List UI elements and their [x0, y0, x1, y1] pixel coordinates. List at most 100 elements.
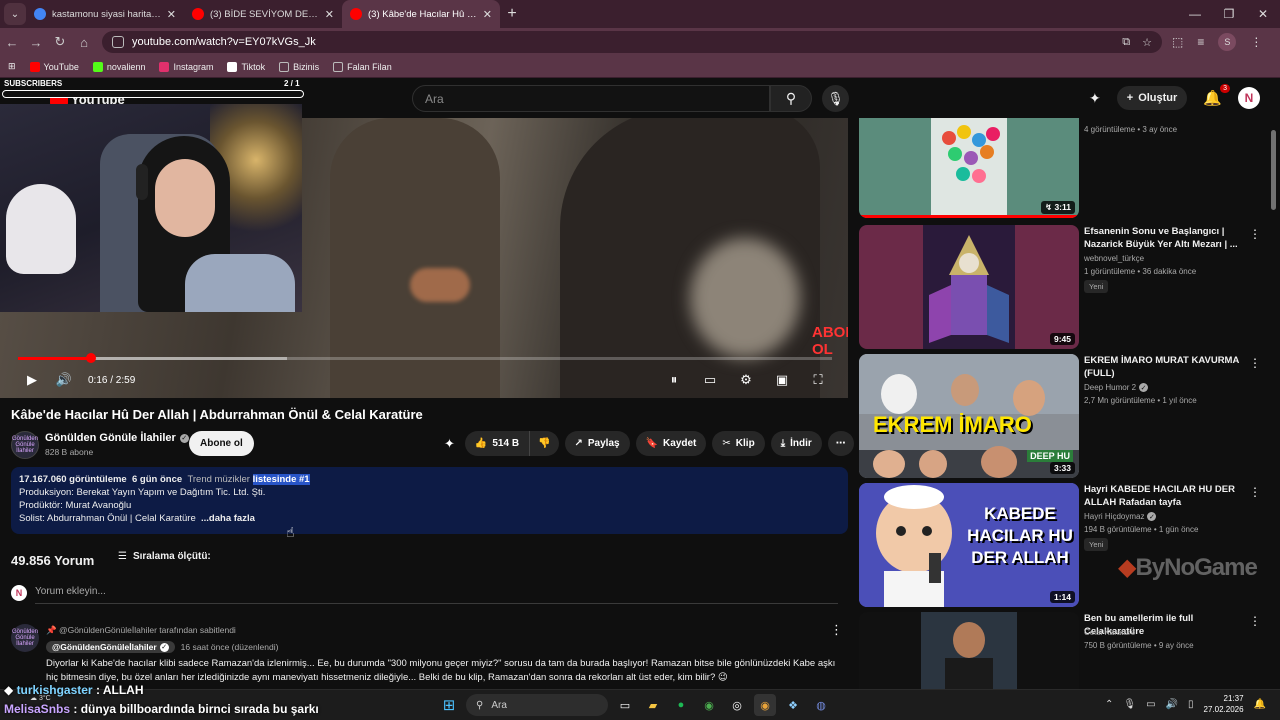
subtitles-icon[interactable]: ▭ [694, 372, 726, 388]
sort-comments-button[interactable]: ☰ Sıralama ölçütü: [118, 551, 211, 562]
volume-icon[interactable]: 🔊 [48, 372, 80, 388]
network-icon[interactable]: ▭ [1146, 699, 1155, 710]
profile-avatar[interactable]: S [1218, 33, 1237, 51]
share-button[interactable]: ↗ Paylaş [564, 431, 630, 456]
battery-icon[interactable]: ▯ [1188, 699, 1194, 710]
bookmark-youtube[interactable]: YouTube [29, 61, 79, 72]
extensions-icon[interactable]: ⬚ [1172, 35, 1183, 49]
minimize-button[interactable]: — [1178, 7, 1212, 21]
commenter-avatar[interactable]: Gönülden Gönüle İlahiler [11, 624, 39, 652]
video-channel[interactable]: webnovel_türkçe [1084, 254, 1144, 263]
download-button[interactable]: ⤓ İndir [770, 431, 822, 456]
close-icon[interactable]: ✕ [483, 8, 492, 21]
more-icon[interactable]: ⋮ [1249, 227, 1261, 241]
settings-icon[interactable]: ⚙ [730, 372, 762, 388]
more-icon[interactable]: ⋮ [1249, 485, 1261, 499]
tab-1[interactable]: (3) BİDE SEVİYOM DEDİ [CS] - Y ✕ [184, 0, 342, 28]
fullscreen-icon[interactable]: ⛶ [802, 372, 834, 388]
chrome-active-icon[interactable]: ◉ [754, 694, 776, 716]
bookmark-folder-falan-filan[interactable]: Falan Filan [333, 61, 392, 72]
site-info-icon[interactable] [112, 36, 124, 48]
menu-icon[interactable]: ⋮ [1250, 35, 1262, 49]
url-field[interactable]: youtube.com/watch?v=EY07kVGs_Jk ⧉ ☆ [102, 31, 1162, 53]
comment-author[interactable]: @GönüldenGönüleİlahiler ✓ [46, 641, 175, 653]
home-button[interactable]: ⌂ [72, 35, 96, 50]
video-channel[interactable]: Deep Humor 2 ✓ [1084, 383, 1149, 392]
discord-icon[interactable]: ◍ [810, 694, 832, 716]
trend-link[interactable]: listesinde #1 [252, 474, 310, 485]
description-box[interactable]: 17.167.060 görüntüleme 6 gün önce Trend … [11, 467, 848, 534]
microphone-icon[interactable]: 🎙 [1123, 699, 1136, 710]
autoplay-toggle[interactable]: ⏸ [658, 372, 690, 388]
channel-avatar[interactable]: Gönülden Gönüle İlahiler [11, 431, 39, 459]
new-tab-button[interactable]: + [500, 5, 524, 23]
video-thumbnail[interactable]: ↯ 3:11 [859, 118, 1079, 218]
media-icon[interactable]: ≡ [1197, 35, 1204, 49]
play-button[interactable]: ▶ [16, 372, 48, 388]
file-explorer-icon[interactable]: ▰ [642, 694, 664, 716]
miniplayer-icon[interactable]: ▣ [766, 372, 798, 388]
github-icon[interactable]: ◎ [726, 694, 748, 716]
recommended-video[interactable]: EKREM İMARO DEEP HU 3:33 EKREM İMARO MUR… [859, 354, 1269, 478]
task-view-icon[interactable]: ▭ [614, 694, 636, 716]
subscribe-button[interactable]: Abone ol [189, 431, 254, 456]
volume-icon[interactable]: 🔊 [1166, 699, 1178, 710]
recommended-video[interactable]: Ben bu amellerim ile full Celalkaratüre … [859, 612, 1269, 689]
voice-search-button[interactable]: 🎙 [822, 85, 849, 112]
close-icon[interactable]: ✕ [167, 8, 176, 21]
bookmark-star-icon[interactable]: ☆ [1142, 36, 1152, 49]
show-more-link[interactable]: ...daha fazla [201, 513, 255, 524]
create-button[interactable]: + Oluştur [1116, 86, 1188, 110]
clock[interactable]: 21:37 27.02.2026 [1204, 693, 1244, 715]
close-icon[interactable]: ✕ [325, 8, 334, 21]
maximize-button[interactable]: ❐ [1212, 7, 1246, 21]
recommended-video[interactable]: 9:45 Efsanenin Sonu ve Başlangıcı | Naza… [859, 225, 1269, 349]
more-icon[interactable]: ⋮ [1249, 614, 1261, 628]
tab-0[interactable]: kastamonu siyasi haritası - Goo ✕ [26, 0, 184, 28]
comment-input[interactable]: Yorum ekleyin... [35, 586, 838, 604]
comment-time[interactable]: 16 saat önce (düzenlendi) [181, 642, 279, 652]
tab-search-button[interactable]: ⌄ [4, 3, 26, 25]
notifications-button[interactable]: 🔔 3 [1203, 84, 1230, 107]
apps-icon[interactable]: ⊞ [8, 61, 16, 72]
forward-button[interactable]: → [24, 35, 48, 50]
video-channel[interactable]: Hayri Hiçdoymaz ✓ [1084, 512, 1157, 521]
recommended-video[interactable]: KABEDE HACILAR HU DER ALLAH 1:14 Hayri K… [859, 483, 1269, 607]
video-thumbnail[interactable]: 9:45 [859, 225, 1079, 349]
recommended-video[interactable]: ↯ 3:11 4 görüntüleme • 3 ay önce [859, 118, 1269, 218]
video-thumbnail[interactable]: EKREM İMARO DEEP HU 3:33 [859, 354, 1079, 478]
like-button[interactable]: 👍 514 B [464, 431, 531, 456]
back-button[interactable]: ← [0, 35, 24, 50]
dislike-button[interactable]: 👎 [530, 431, 559, 456]
bookmark-instagram[interactable]: Instagram [159, 61, 213, 72]
bookmark-novalienn[interactable]: novalienn [92, 61, 145, 72]
channel-name[interactable]: Gönülden Gönüle İlahiler ✓ [45, 432, 189, 444]
close-window-button[interactable]: ✕ [1246, 7, 1280, 21]
windows-start-icon[interactable]: ⊞ [438, 694, 460, 716]
reload-button[interactable]: ↻ [48, 34, 72, 50]
cast-icon[interactable]: ⧉ [1122, 36, 1130, 49]
comment-more-icon[interactable]: ⋮ [830, 622, 843, 638]
notification-center-icon[interactable]: 🔔 [1254, 699, 1266, 710]
more-icon[interactable]: ⋮ [1249, 356, 1261, 370]
search-input[interactable]: Ara [412, 85, 770, 112]
more-actions-button[interactable]: ⋯ [827, 431, 854, 456]
chrome-icon[interactable]: ◉ [698, 694, 720, 716]
page-scrollbar[interactable] [1271, 130, 1276, 210]
video-thumbnail[interactable] [859, 612, 1079, 689]
chevron-up-icon[interactable]: ⌃ [1105, 699, 1113, 710]
save-button[interactable]: 🔖 Kaydet [635, 431, 707, 456]
spotify-icon[interactable]: ● [670, 694, 692, 716]
tab-2-active[interactable]: (3) Kâbe'de Hacılar Hû Der Allah ✕ [342, 0, 500, 28]
ask-ai-button[interactable]: ✦ [440, 431, 459, 456]
video-channel[interactable]: Celal Karatüre [1084, 628, 1135, 637]
progress-bar[interactable] [18, 353, 832, 363]
taskbar-search[interactable]: ⚲ Ara [466, 694, 608, 716]
scrubber-handle[interactable] [86, 353, 97, 363]
clip-button[interactable]: ✂ Klip [712, 431, 765, 456]
video-thumbnail[interactable]: KABEDE HACILAR HU DER ALLAH 1:14 [859, 483, 1079, 607]
bookmark-folder-bizinis[interactable]: Bizinis [279, 61, 319, 72]
account-avatar[interactable]: N [1238, 87, 1260, 109]
bookmark-tiktok[interactable]: Tiktok [227, 61, 265, 72]
gemini-icon[interactable]: ✦ [1089, 90, 1101, 107]
